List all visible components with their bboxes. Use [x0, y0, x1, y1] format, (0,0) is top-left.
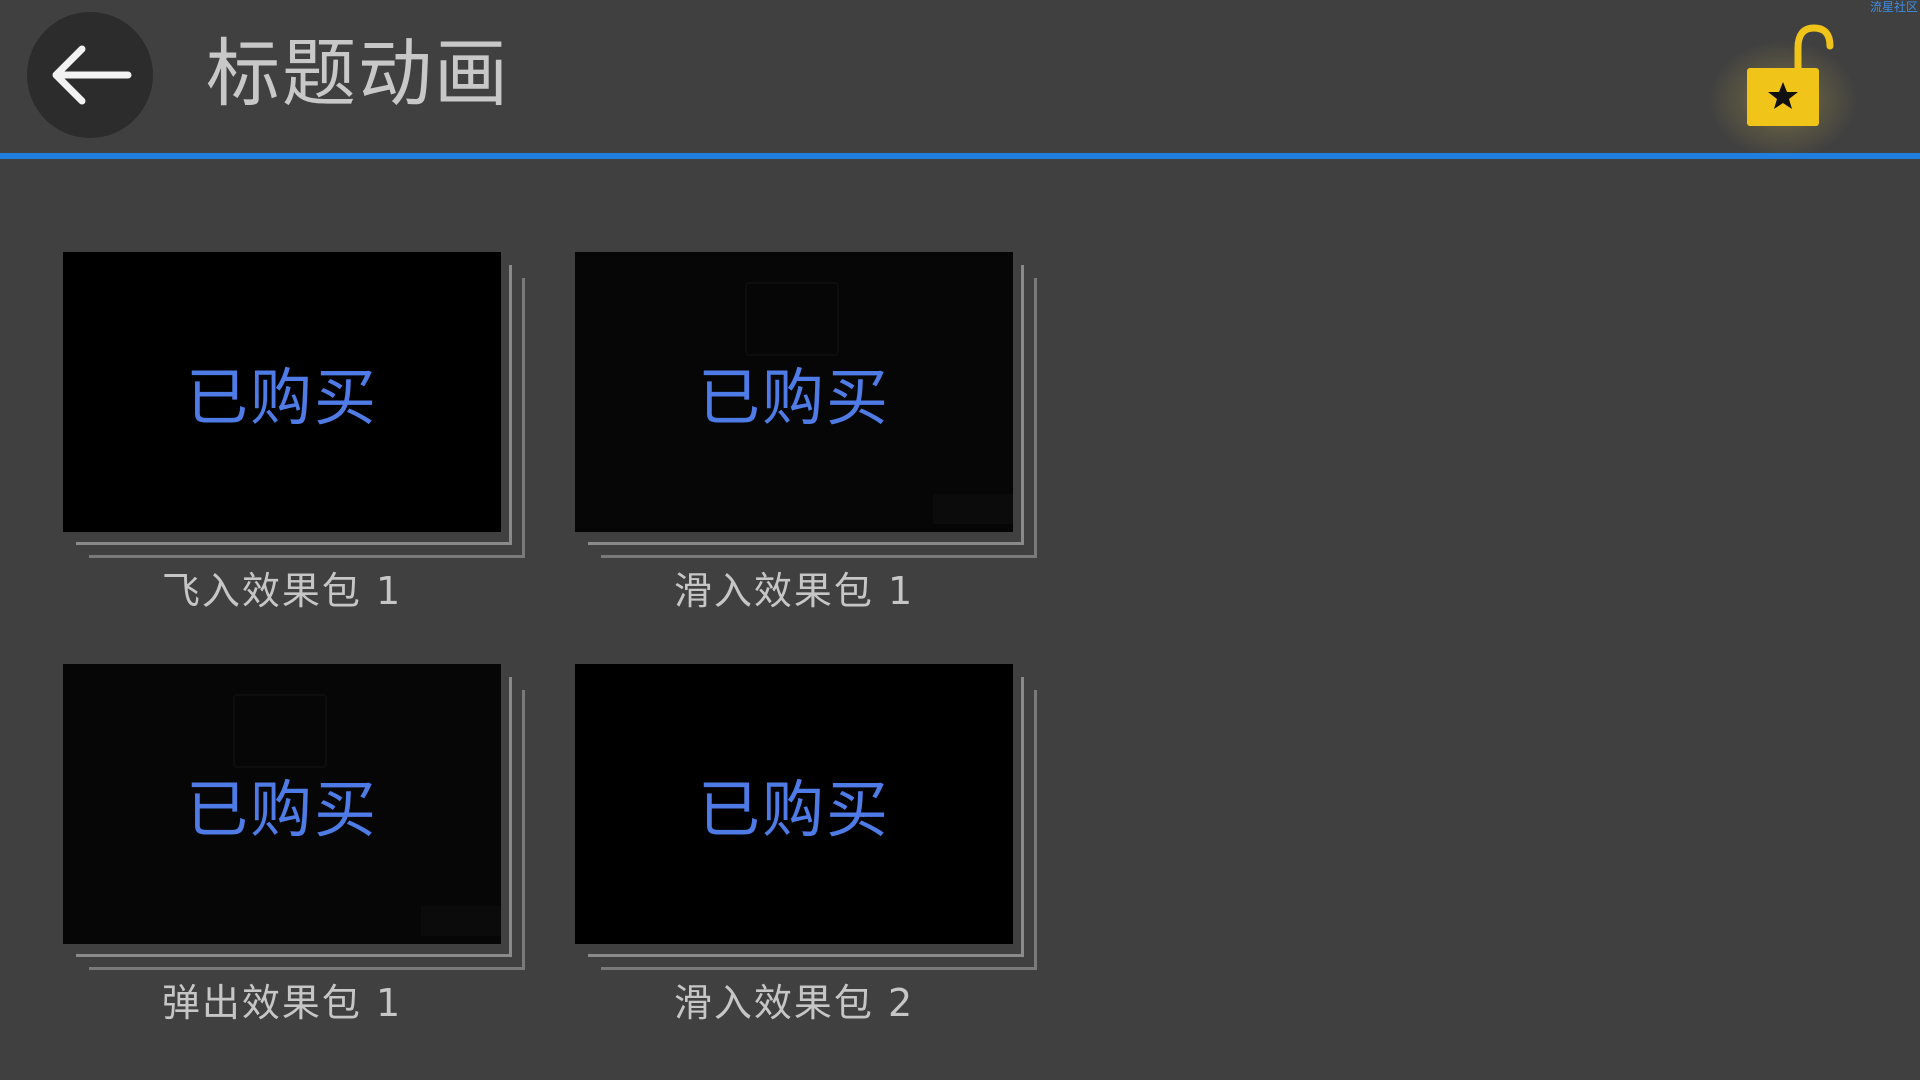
thumbnail-preview-shape: [745, 282, 839, 356]
purchased-badge: 已购买: [697, 773, 890, 846]
effect-pack-card[interactable]: 已购买 滑入效果包 2: [575, 664, 1075, 1044]
page-title: 标题动画: [206, 31, 510, 117]
card-label: 飞入效果包 1: [161, 569, 403, 613]
card-label: 滑入效果包 1: [673, 569, 915, 613]
unlock-star-icon: [1747, 24, 1834, 126]
card-thumbnail: 已购买: [63, 252, 501, 532]
thumbnail-preview-shape: [233, 694, 327, 768]
effect-pack-card[interactable]: 已购买 滑入效果包 1: [575, 252, 1075, 632]
purchased-badge: 已购买: [185, 773, 378, 846]
effect-pack-card[interactable]: 已购买 飞入效果包 1: [63, 252, 563, 632]
purchased-badge: 已购买: [697, 361, 890, 434]
thumbnail-preview-shape: [421, 906, 501, 936]
card-label: 弹出效果包 1: [161, 981, 403, 1025]
card-thumbnail: 已购买: [63, 664, 501, 944]
purchased-badge: 已购买: [185, 361, 378, 434]
back-button[interactable]: [27, 12, 153, 138]
card-thumbnail: 已购买: [575, 664, 1013, 944]
card-thumbnail: 已购买: [575, 252, 1013, 532]
header-divider: [0, 153, 1920, 159]
thumbnail-preview-shape: [933, 494, 1013, 524]
effect-pack-card[interactable]: 已购买 弹出效果包 1: [63, 664, 563, 1044]
arrow-left-icon: [52, 45, 132, 105]
unlock-button[interactable]: [1708, 20, 1858, 160]
header-bar: 标题动画: [0, 0, 1920, 160]
page: 流星社区 标题动画 已购买 飞入效果包 1 已购买 滑入效果包 1 已购买 弹出…: [0, 0, 1920, 1080]
card-label: 滑入效果包 2: [673, 981, 915, 1025]
